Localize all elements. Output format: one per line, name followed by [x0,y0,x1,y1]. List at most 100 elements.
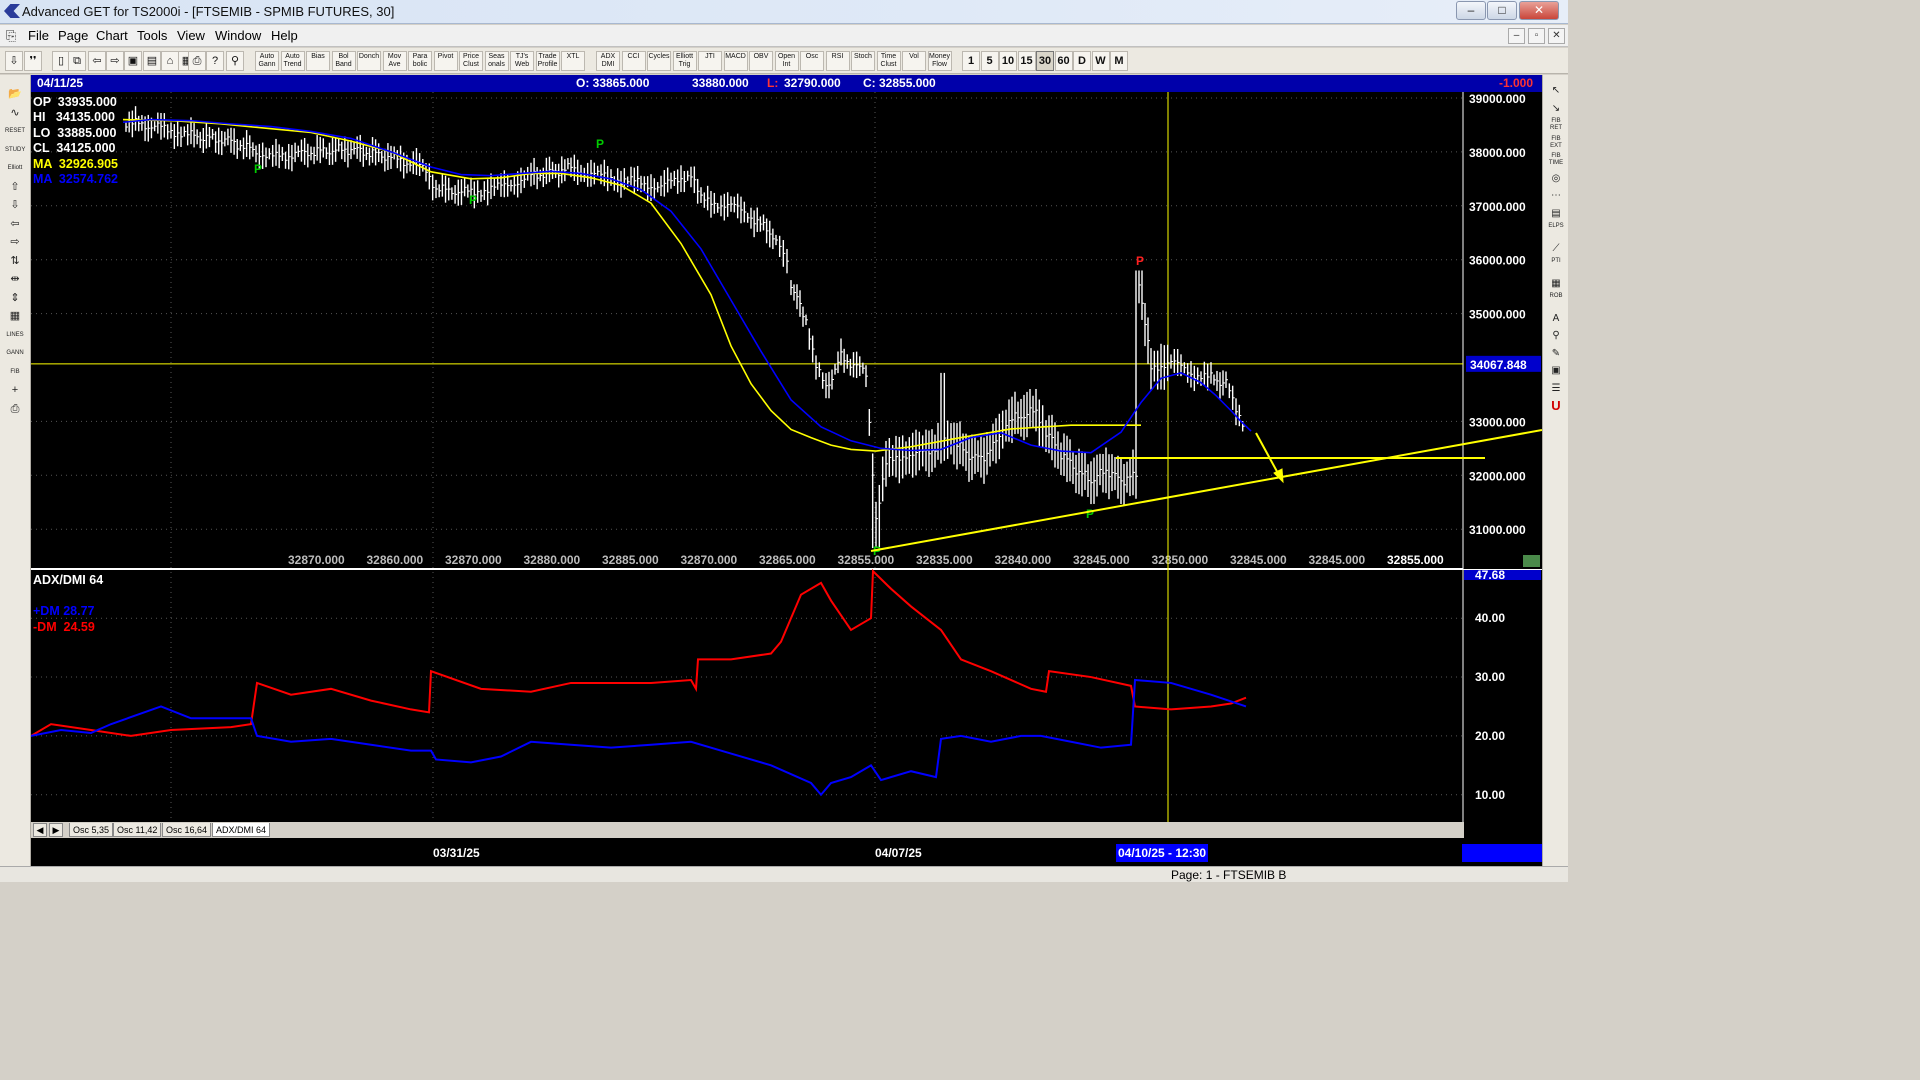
tab-adx-dmi-64[interactable]: ADX/DMI 64 [212,823,271,837]
study-button-rsi[interactable]: RSI [825,51,850,71]
timeframe-button-1[interactable]: 1 [962,51,980,71]
left-tool-7-icon[interactable]: ⇦ [4,215,26,231]
study-button-bol-band[interactable]: Bol Band [331,51,356,71]
toolbar-icon-10[interactable]: ⎙ [188,51,206,71]
left-tool-4-icon[interactable]: Elliott [4,159,26,175]
study-button-pivot[interactable]: Pivot [433,51,458,71]
menu-view[interactable]: View [177,28,205,43]
right-tool-0-icon[interactable]: ↖ [1546,83,1566,99]
study-button-obv[interactable]: OBV [749,51,773,71]
menu-window[interactable]: Window [215,28,261,43]
timeframe-button-30[interactable]: 30 [1036,51,1054,71]
study-button-cci[interactable]: CCI [621,51,646,71]
left-tool-14-icon[interactable]: GANN [4,344,26,360]
toolbar-icon-8[interactable]: ⌂ [161,51,179,71]
study-button-open-int[interactable]: Open Int [774,51,799,71]
timeframe-button-10[interactable]: 10 [999,51,1017,71]
mdi-close-button[interactable]: ✕ [1548,28,1565,44]
toolbar-icon-4[interactable]: ⇦ [88,51,106,71]
study-button-tj-s-web[interactable]: TJ's Web [510,51,534,71]
study-button-xtl[interactable]: XTL [561,51,585,71]
left-tool-11-icon[interactable]: ⇕ [4,289,26,305]
right-tool-15-icon[interactable]: ✎ [1546,346,1566,362]
right-tool-14-icon[interactable]: ⚲ [1546,328,1566,344]
toolbar-icon-5[interactable]: ⇨ [106,51,124,71]
mdi-restore-button[interactable]: ▫ [1528,28,1545,44]
left-tool-1-icon[interactable]: ∿ [4,104,26,120]
chart-canvas[interactable]: 39000.000 38000.000 37000.000 36000.000 3500… [31,75,1542,868]
left-tool-17-icon[interactable]: ⎙ [4,400,26,416]
study-button-seas-onals[interactable]: Seas onals [484,51,509,71]
study-button-para-bolic[interactable]: Para bolic [408,51,432,71]
right-tool-8-icon[interactable]: ELPS [1546,223,1566,239]
timeframe-button-5[interactable]: 5 [980,51,999,71]
left-tool-8-icon[interactable]: ⇨ [4,233,26,249]
left-tool-12-icon[interactable]: ▦ [4,307,26,323]
study-button-auto-trend[interactable]: Auto Trend [280,51,305,71]
toolbar-icon-0[interactable]: ⇩ [5,51,23,71]
tab-osc-16-64[interactable]: Osc 16,64 [162,823,212,837]
study-button-trade-profile[interactable]: Trade Profile [535,51,560,71]
left-tool-6-icon[interactable]: ⇩ [4,196,26,212]
right-tool-5-icon[interactable]: ◎ [1546,171,1566,187]
study-button-money-flow[interactable]: Money Flow [927,51,952,71]
left-tool-0-icon[interactable]: 📂 [4,85,26,101]
toolbar-icon-11[interactable]: ? [206,51,224,71]
left-tool-2-icon[interactable]: RESET [4,122,26,138]
menu-file[interactable]: File [28,28,49,43]
timeframe-button-w[interactable]: W [1091,51,1110,71]
right-tool-18-icon[interactable]: U [1546,398,1566,414]
study-button-bias[interactable]: Bias [306,51,330,71]
document-menu-icon[interactable]: ⎘ [6,28,20,44]
chart-area[interactable]: 04/11/25 O: 33865.000 33880.000 L: 32790… [31,75,1542,868]
toolbar-icon-3[interactable]: ⧉ [68,51,86,71]
right-tool-3-icon[interactable]: FIB EXT [1546,136,1566,152]
toolbar-icon-7[interactable]: ▤ [143,51,161,71]
tab-prev-button[interactable]: ◀ [33,823,47,837]
timeframe-button-15[interactable]: 15 [1017,51,1036,71]
date-bar-scroll[interactable] [1462,844,1542,862]
timeframe-button-60[interactable]: 60 [1054,51,1073,71]
timeframe-button-d[interactable]: D [1073,51,1091,71]
close-button[interactable]: ✕ [1519,1,1559,20]
left-tool-16-icon[interactable]: + [4,381,26,397]
minimize-button[interactable]: – [1456,1,1486,20]
toolbar-icon-1[interactable]: ❜❜ [24,51,42,71]
study-button-adx-dmi[interactable]: ADX DMI [596,51,620,71]
left-tool-15-icon[interactable]: FIB [4,363,26,379]
right-tool-9-icon[interactable]: ⟋ [1546,241,1566,257]
timeframe-button-m[interactable]: M [1110,51,1128,71]
study-button-cycles[interactable]: Cycles [647,51,671,71]
right-tool-12-icon[interactable]: ROB [1546,293,1566,309]
right-tool-11-icon[interactable]: ▦ [1546,276,1566,292]
study-button-vol[interactable]: Vol [902,51,926,71]
maximize-button[interactable]: □ [1487,1,1517,20]
right-tool-10-icon[interactable]: PTI [1546,258,1566,274]
tab-next-button[interactable]: ▶ [49,823,63,837]
left-tool-10-icon[interactable]: ⇹ [4,270,26,286]
study-button-mov-ave[interactable]: Mov Ave [382,51,407,71]
right-tool-1-icon[interactable]: ↘ [1546,101,1566,117]
study-button-price-clust[interactable]: Price Clust [459,51,483,71]
right-tool-17-icon[interactable]: ☰ [1546,381,1566,397]
right-tool-2-icon[interactable]: FIB RET [1546,118,1566,134]
tab-osc-11-42[interactable]: Osc 11,42 [113,823,162,837]
toolbar-icon-12[interactable]: ⚲ [226,51,244,71]
study-button-osc[interactable]: Osc [800,51,824,71]
tab-osc-5-35[interactable]: Osc 5,35 [69,823,114,837]
study-button-macd[interactable]: MACD [723,51,748,71]
menu-page[interactable]: Page [58,28,88,43]
study-button-jti[interactable]: JTI [698,51,722,71]
menu-tools[interactable]: Tools [137,28,167,43]
study-button-time-clust[interactable]: Time Clust [876,51,901,71]
study-button-stoch[interactable]: Stoch [851,51,875,71]
right-tool-16-icon[interactable]: ▣ [1546,363,1566,379]
study-button-elliott-trig[interactable]: Elliott Trig [672,51,697,71]
right-tool-7-icon[interactable]: ▤ [1546,206,1566,222]
right-tool-6-icon[interactable]: ⋯ [1546,188,1566,204]
right-tool-13-icon[interactable]: A [1546,311,1566,327]
left-tool-5-icon[interactable]: ⇧ [4,178,26,194]
study-button-auto-gann[interactable]: Auto Gann [255,51,279,71]
study-button-donch[interactable]: Donch [357,51,381,71]
mdi-minimize-button[interactable]: – [1508,28,1525,44]
